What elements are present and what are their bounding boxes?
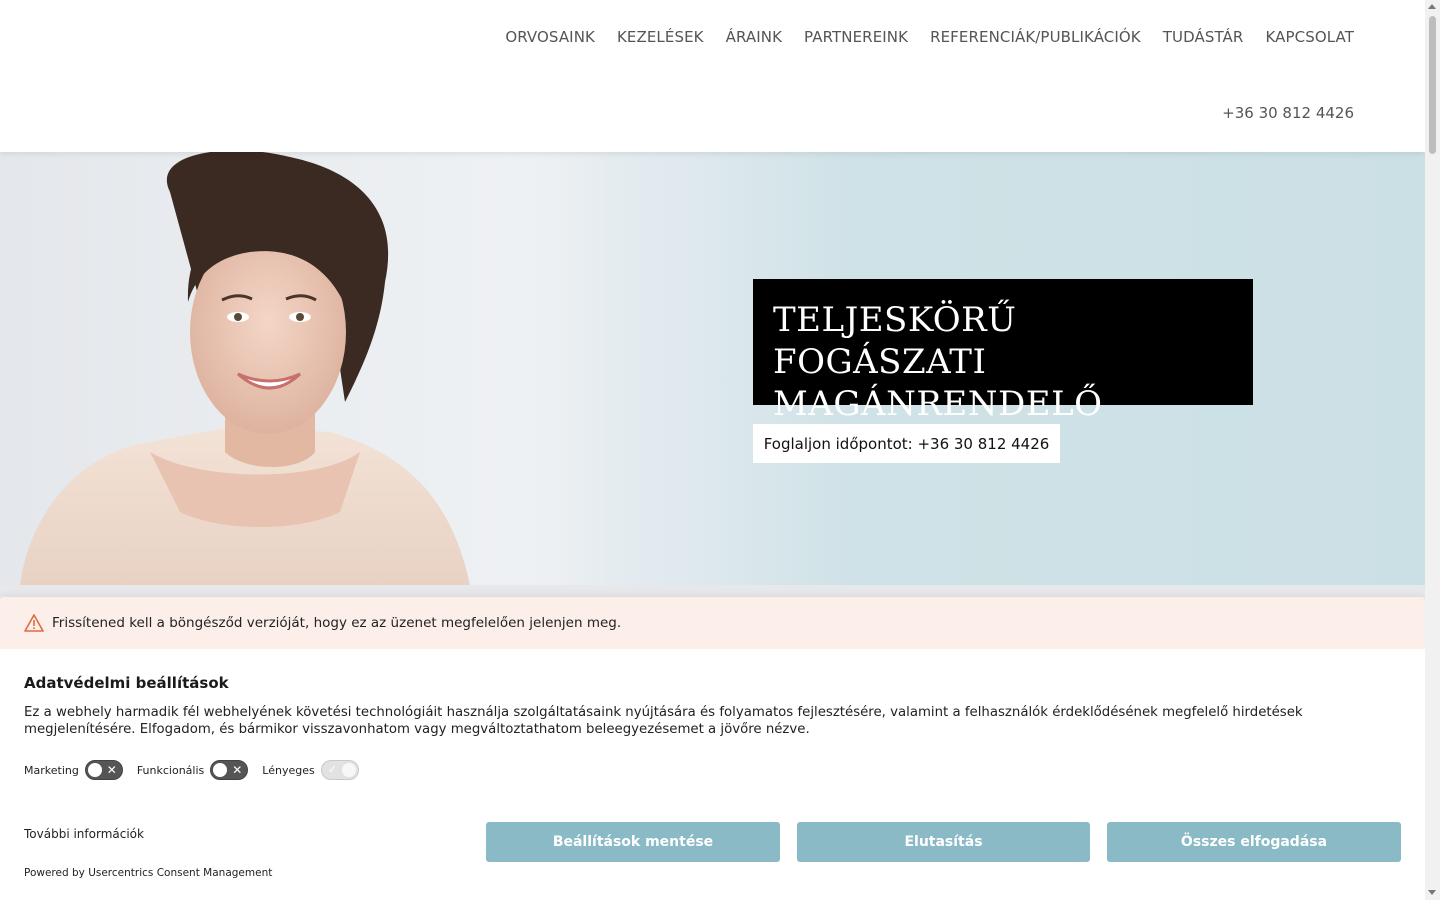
privacy-consent-banner: Frissítened kell a böngésződ verzióját, … [0,597,1425,900]
toggle-label-marketing: Marketing [24,763,79,777]
hero-title-line2: MAGÁNRENDELŐ [773,384,1103,424]
hero-portrait-image [0,152,600,585]
nav-item-araink[interactable]: ÁRAINK [726,27,782,47]
warning-icon [24,614,44,632]
nav-item-referenciak[interactable]: REFERENCIÁK/PUBLIKÁCIÓK [930,27,1141,47]
consent-title: Adatvédelmi beállítások [24,674,229,692]
marketing-toggle[interactable]: ✕ [84,760,123,780]
more-info-link[interactable]: További információk [24,827,144,841]
toggle-label-essential: Lényeges [262,763,315,777]
main-nav: ORVOSAINK KEZELÉSEK ÁRAINK PARTNEREINK R… [505,27,1354,47]
toggle-knob [87,763,102,777]
book-appointment-button[interactable]: Foglaljon időpontot: +36 30 812 4426 [753,424,1060,463]
toggle-knob [213,763,228,777]
powered-by-text: Powered by Usercentrics Consent Manageme… [24,867,273,879]
nav-item-kapcsolat[interactable]: KAPCSOLAT [1265,27,1354,47]
deny-button[interactable]: Elutasítás [797,822,1090,862]
toggle-group-essential: Lényeges ✓ [262,760,359,780]
warning-text: Frissítened kell a böngésződ verzióját, … [52,615,622,631]
hero-section: TELJESKÖRŰ FOGÁSZATI MAGÁNRENDELŐ Foglal… [0,152,1425,585]
essential-toggle: ✓ [320,760,359,780]
page-scrollbar[interactable] [1425,0,1440,900]
header-phone-link[interactable]: +36 30 812 4426 [1222,103,1354,123]
scrollbar-thumb[interactable] [1429,16,1436,154]
toggle-group-functional: Funkcionális ✕ [136,760,249,780]
check-icon: ✓ [327,764,337,776]
site-header: ORVOSAINK KEZELÉSEK ÁRAINK PARTNEREINK R… [0,0,1425,152]
save-settings-button[interactable]: Beállítások mentése [486,822,780,862]
nav-item-partnereink[interactable]: PARTNEREINK [804,27,908,47]
toggle-label-functional: Funkcionális [136,763,205,777]
nav-item-orvosaink[interactable]: ORVOSAINK [505,27,595,47]
consent-description: Ez a webhely harmadik fél webhelyének kö… [24,705,1303,737]
toggle-knob [341,763,356,777]
close-icon: ✕ [106,763,117,777]
toggle-group-marketing: Marketing ✕ [24,760,123,780]
functional-toggle[interactable]: ✕ [210,760,249,780]
scroll-up-arrow-icon[interactable] [1428,4,1436,9]
close-icon: ✕ [232,763,243,777]
browser-update-warning: Frissítened kell a böngésződ verzióját, … [0,597,1425,649]
scroll-down-arrow-icon[interactable] [1428,890,1436,895]
nav-item-kezelesek[interactable]: KEZELÉSEK [617,27,704,47]
accept-all-button[interactable]: Összes elfogadása [1107,822,1401,862]
nav-item-tudastar[interactable]: TUDÁSTÁR [1163,27,1244,47]
consent-toggles: Marketing ✕ Funkcionális ✕ Lényeges ✓ [24,760,373,780]
hero-title-box: TELJESKÖRŰ FOGÁSZATI MAGÁNRENDELŐ [753,279,1253,424]
hero-title-line1: TELJESKÖRŰ FOGÁSZATI [773,300,1017,382]
